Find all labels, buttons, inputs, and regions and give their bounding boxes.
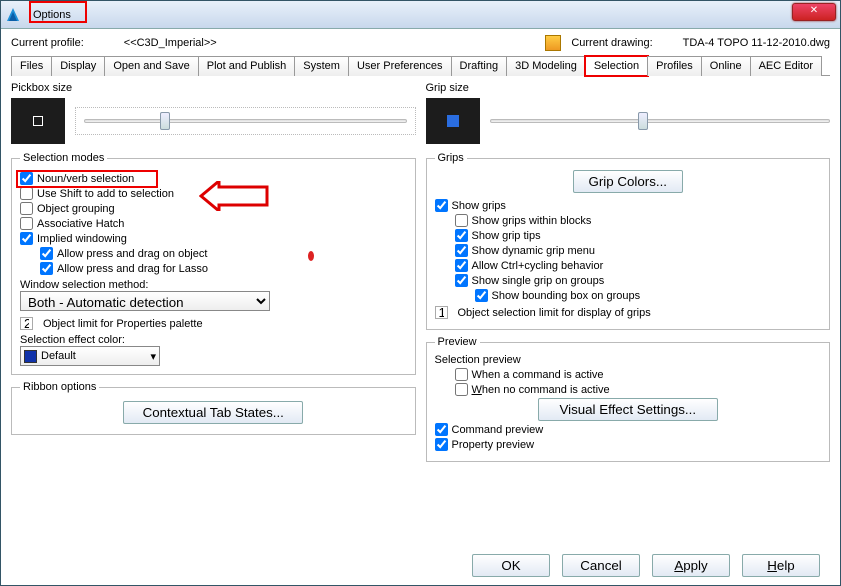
chk-no-cmd[interactable] <box>455 383 468 396</box>
cancel-button[interactable]: Cancel <box>562 554 640 577</box>
grip-limit-label: Object selection limit for display of gr… <box>458 307 651 319</box>
tab-drafting[interactable]: Drafting <box>451 56 508 76</box>
lbl-single-group: Show single grip on groups <box>472 275 605 287</box>
lbl-assoc-hatch: Associative Hatch <box>37 218 124 230</box>
chk-show-grips[interactable] <box>435 199 448 212</box>
drawing-label: Current drawing: <box>571 37 652 49</box>
tab-open-save[interactable]: Open and Save <box>104 56 198 76</box>
highlight-noun-verb <box>16 170 158 188</box>
preview-group: Preview Selection preview When a command… <box>426 336 831 462</box>
titlebar: Options ✕ <box>1 1 840 29</box>
chk-prop-preview[interactable] <box>435 438 448 451</box>
grips-legend: Grips <box>435 152 467 164</box>
chk-use-shift[interactable] <box>20 187 33 200</box>
grips-group: Grips Grip Colors... Show grips Show gri… <box>426 152 831 330</box>
profile-row: Current profile: <<C3D_Imperial>> Curren… <box>11 35 830 51</box>
lbl-cmd-preview: Command preview <box>452 424 544 436</box>
lbl-bbox-group: Show bounding box on groups <box>492 290 641 302</box>
chk-ctrl-cycle[interactable] <box>455 259 468 272</box>
drawing-value: TDA-4 TOPO 11-12-2010.dwg <box>683 37 830 49</box>
preview-legend: Preview <box>435 336 480 348</box>
tab-selection[interactable]: Selection <box>585 56 648 76</box>
tab-display[interactable]: Display <box>51 56 105 76</box>
chk-dyn-menu[interactable] <box>455 244 468 257</box>
gripsize-preview <box>426 98 480 144</box>
grip-limit-input[interactable] <box>435 306 448 319</box>
chk-cmd-preview[interactable] <box>435 423 448 436</box>
tab-user-pref[interactable]: User Preferences <box>348 56 452 76</box>
lbl-within-blocks: Show grips within blocks <box>472 215 592 227</box>
ribbon-group: Ribbon options Contextual Tab States... <box>11 381 416 435</box>
pickbox-preview <box>11 98 65 144</box>
tab-files[interactable]: Files <box>11 56 52 76</box>
tab-3d-modeling[interactable]: 3D Modeling <box>506 56 586 76</box>
lbl-prop-preview: Property preview <box>452 439 535 451</box>
visual-effect-settings-button[interactable]: Visual Effect Settings... <box>538 398 718 421</box>
tab-online[interactable]: Online <box>701 56 751 76</box>
chk-bbox-group[interactable] <box>475 289 488 302</box>
help-button[interactable]: Help <box>742 554 820 577</box>
lbl-dyn-menu: Show dynamic grip menu <box>472 245 596 257</box>
ribbon-legend: Ribbon options <box>20 381 99 393</box>
lbl-no-cmd: When no command is active <box>472 384 610 396</box>
lbl-ctrl-cycle: Allow Ctrl+cycling behavior <box>472 260 604 272</box>
annotation-arrow <box>199 181 269 211</box>
obj-limit-label: Object limit for Properties palette <box>43 318 203 330</box>
sec-select[interactable]: Default ▾ <box>20 346 160 366</box>
footer: OK Cancel Apply Help <box>472 554 820 577</box>
pickbox-label: Pickbox size <box>11 82 416 94</box>
chk-grip-tips[interactable] <box>455 229 468 242</box>
lbl-show-grips: Show grips <box>452 200 506 212</box>
annotation-dot <box>308 251 314 261</box>
chk-implied-win[interactable] <box>20 232 33 245</box>
sec-label: Selection effect color: <box>20 334 407 346</box>
highlight-tab <box>584 55 649 77</box>
app-icon <box>5 7 21 23</box>
tab-system[interactable]: System <box>294 56 349 76</box>
chk-assoc-hatch[interactable] <box>20 217 33 230</box>
chk-within-blocks[interactable] <box>455 214 468 227</box>
lbl-implied-win: Implied windowing <box>37 233 127 245</box>
lbl-grip-tips: Show grip tips <box>472 230 541 242</box>
lbl-use-shift: Use Shift to add to selection <box>37 188 174 200</box>
sel-preview-label: Selection preview <box>435 354 822 366</box>
chevron-down-icon: ▾ <box>150 350 156 363</box>
chk-press-lasso[interactable] <box>40 262 53 275</box>
close-button[interactable]: ✕ <box>792 3 836 21</box>
gripsize-label: Grip size <box>426 82 831 94</box>
obj-limit-input[interactable] <box>20 317 33 330</box>
tab-aec-editor[interactable]: AEC Editor <box>750 56 822 76</box>
wsm-label: Window selection method: <box>20 279 407 291</box>
highlight-title <box>29 1 87 23</box>
lbl-press-obj: Allow press and drag on object <box>57 248 207 260</box>
apply-button[interactable]: Apply <box>652 554 730 577</box>
ok-button[interactable]: OK <box>472 554 550 577</box>
selection-modes-legend: Selection modes <box>20 152 107 164</box>
chk-single-group[interactable] <box>455 274 468 287</box>
drawing-icon <box>545 35 561 51</box>
color-swatch-icon <box>24 350 37 363</box>
tab-plot-publish[interactable]: Plot and Publish <box>198 56 296 76</box>
tab-profiles[interactable]: Profiles <box>647 56 702 76</box>
lbl-obj-group: Object grouping <box>37 203 115 215</box>
grip-colors-button[interactable]: Grip Colors... <box>573 170 683 193</box>
chk-obj-group[interactable] <box>20 202 33 215</box>
contextual-tab-states-button[interactable]: Contextual Tab States... <box>123 401 303 424</box>
gripsize-slider[interactable] <box>490 98 831 144</box>
lbl-cmd-active: When a command is active <box>472 369 604 381</box>
pickbox-slider[interactable] <box>75 107 416 135</box>
lbl-press-lasso: Allow press and drag for Lasso <box>57 263 208 275</box>
wsm-select[interactable]: Both - Automatic detection <box>20 291 270 311</box>
chk-press-obj[interactable] <box>40 247 53 260</box>
tabs: Files Display Open and Save Plot and Pub… <box>11 55 830 76</box>
chk-cmd-active[interactable] <box>455 368 468 381</box>
profile-value: <<C3D_Imperial>> <box>124 37 217 49</box>
profile-label: Current profile: <box>11 37 84 49</box>
